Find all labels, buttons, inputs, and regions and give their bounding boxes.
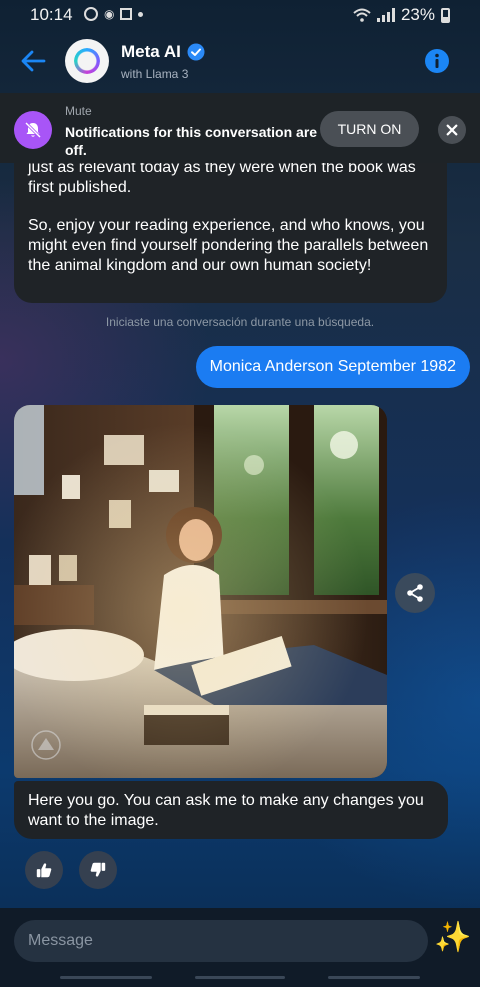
sparkle-icon[interactable]: ✨	[434, 921, 471, 955]
mute-banner: Mute Notifications for this conversation…	[0, 93, 480, 163]
status-time: 10:14	[30, 5, 73, 24]
meta-ai-logo-icon	[74, 48, 100, 74]
user-message-bubble: Monica Anderson September 1982	[195, 346, 470, 388]
back-arrow-icon[interactable]	[20, 48, 46, 74]
mute-bell-icon	[14, 111, 52, 149]
nav-indicator-left	[60, 976, 152, 979]
nav-indicator-right	[328, 976, 420, 979]
ai-message-text-cut: just as relevant today as they were when…	[28, 159, 416, 196]
battery-icon	[441, 7, 450, 23]
eye-notification-icon: ◉	[104, 7, 115, 21]
ai-message-text: So, enjoy your reading experience, and w…	[28, 217, 429, 274]
generated-image[interactable]	[14, 405, 387, 778]
info-icon[interactable]	[425, 49, 449, 73]
chat-title: Meta AI	[121, 42, 181, 61]
ai-reply-bubble: Here you go. You can ask me to make any …	[14, 781, 448, 839]
thumbs-down-button[interactable]	[79, 851, 117, 889]
share-icon	[407, 584, 423, 602]
ai-message-bubble: just as relevant today as they were when…	[14, 150, 447, 303]
verified-icon	[187, 43, 205, 61]
status-right: 23%	[353, 5, 450, 25]
avatar[interactable]	[65, 39, 109, 83]
nav-indicator-center	[195, 976, 285, 979]
generated-image-illustration	[14, 405, 387, 778]
mute-message: Notifications for this conversation are …	[65, 124, 318, 158]
mute-label: Mute	[65, 104, 92, 118]
chat-subtitle: with Llama 3	[121, 67, 189, 81]
calendar-notification-icon	[120, 8, 133, 20]
title-row[interactable]: Meta AI	[121, 42, 205, 62]
chat-header: Meta AI with Llama 3	[0, 30, 480, 92]
message-input[interactable]	[14, 920, 428, 962]
more-notifications-dot	[138, 11, 144, 17]
ai-reply-text: Here you go. You can ask me to make any …	[28, 792, 424, 829]
signal-icon	[376, 8, 395, 22]
wifi-icon	[353, 8, 371, 22]
close-icon	[446, 124, 458, 136]
system-note: Iniciaste una conversación durante una b…	[105, 315, 375, 329]
close-banner-button[interactable]	[438, 116, 466, 144]
thumbs-up-icon	[36, 863, 52, 878]
turn-on-button[interactable]: TURN ON	[320, 111, 419, 147]
status-bar: 10:14 ◉ 23%	[0, 0, 480, 30]
messenger-notification-icon	[84, 7, 98, 21]
notification-icons: ◉	[84, 7, 144, 21]
battery-percent: 23%	[400, 5, 435, 24]
share-button[interactable]	[395, 573, 435, 613]
thumbs-up-button[interactable]	[25, 851, 63, 889]
thumbs-down-icon	[90, 862, 106, 877]
